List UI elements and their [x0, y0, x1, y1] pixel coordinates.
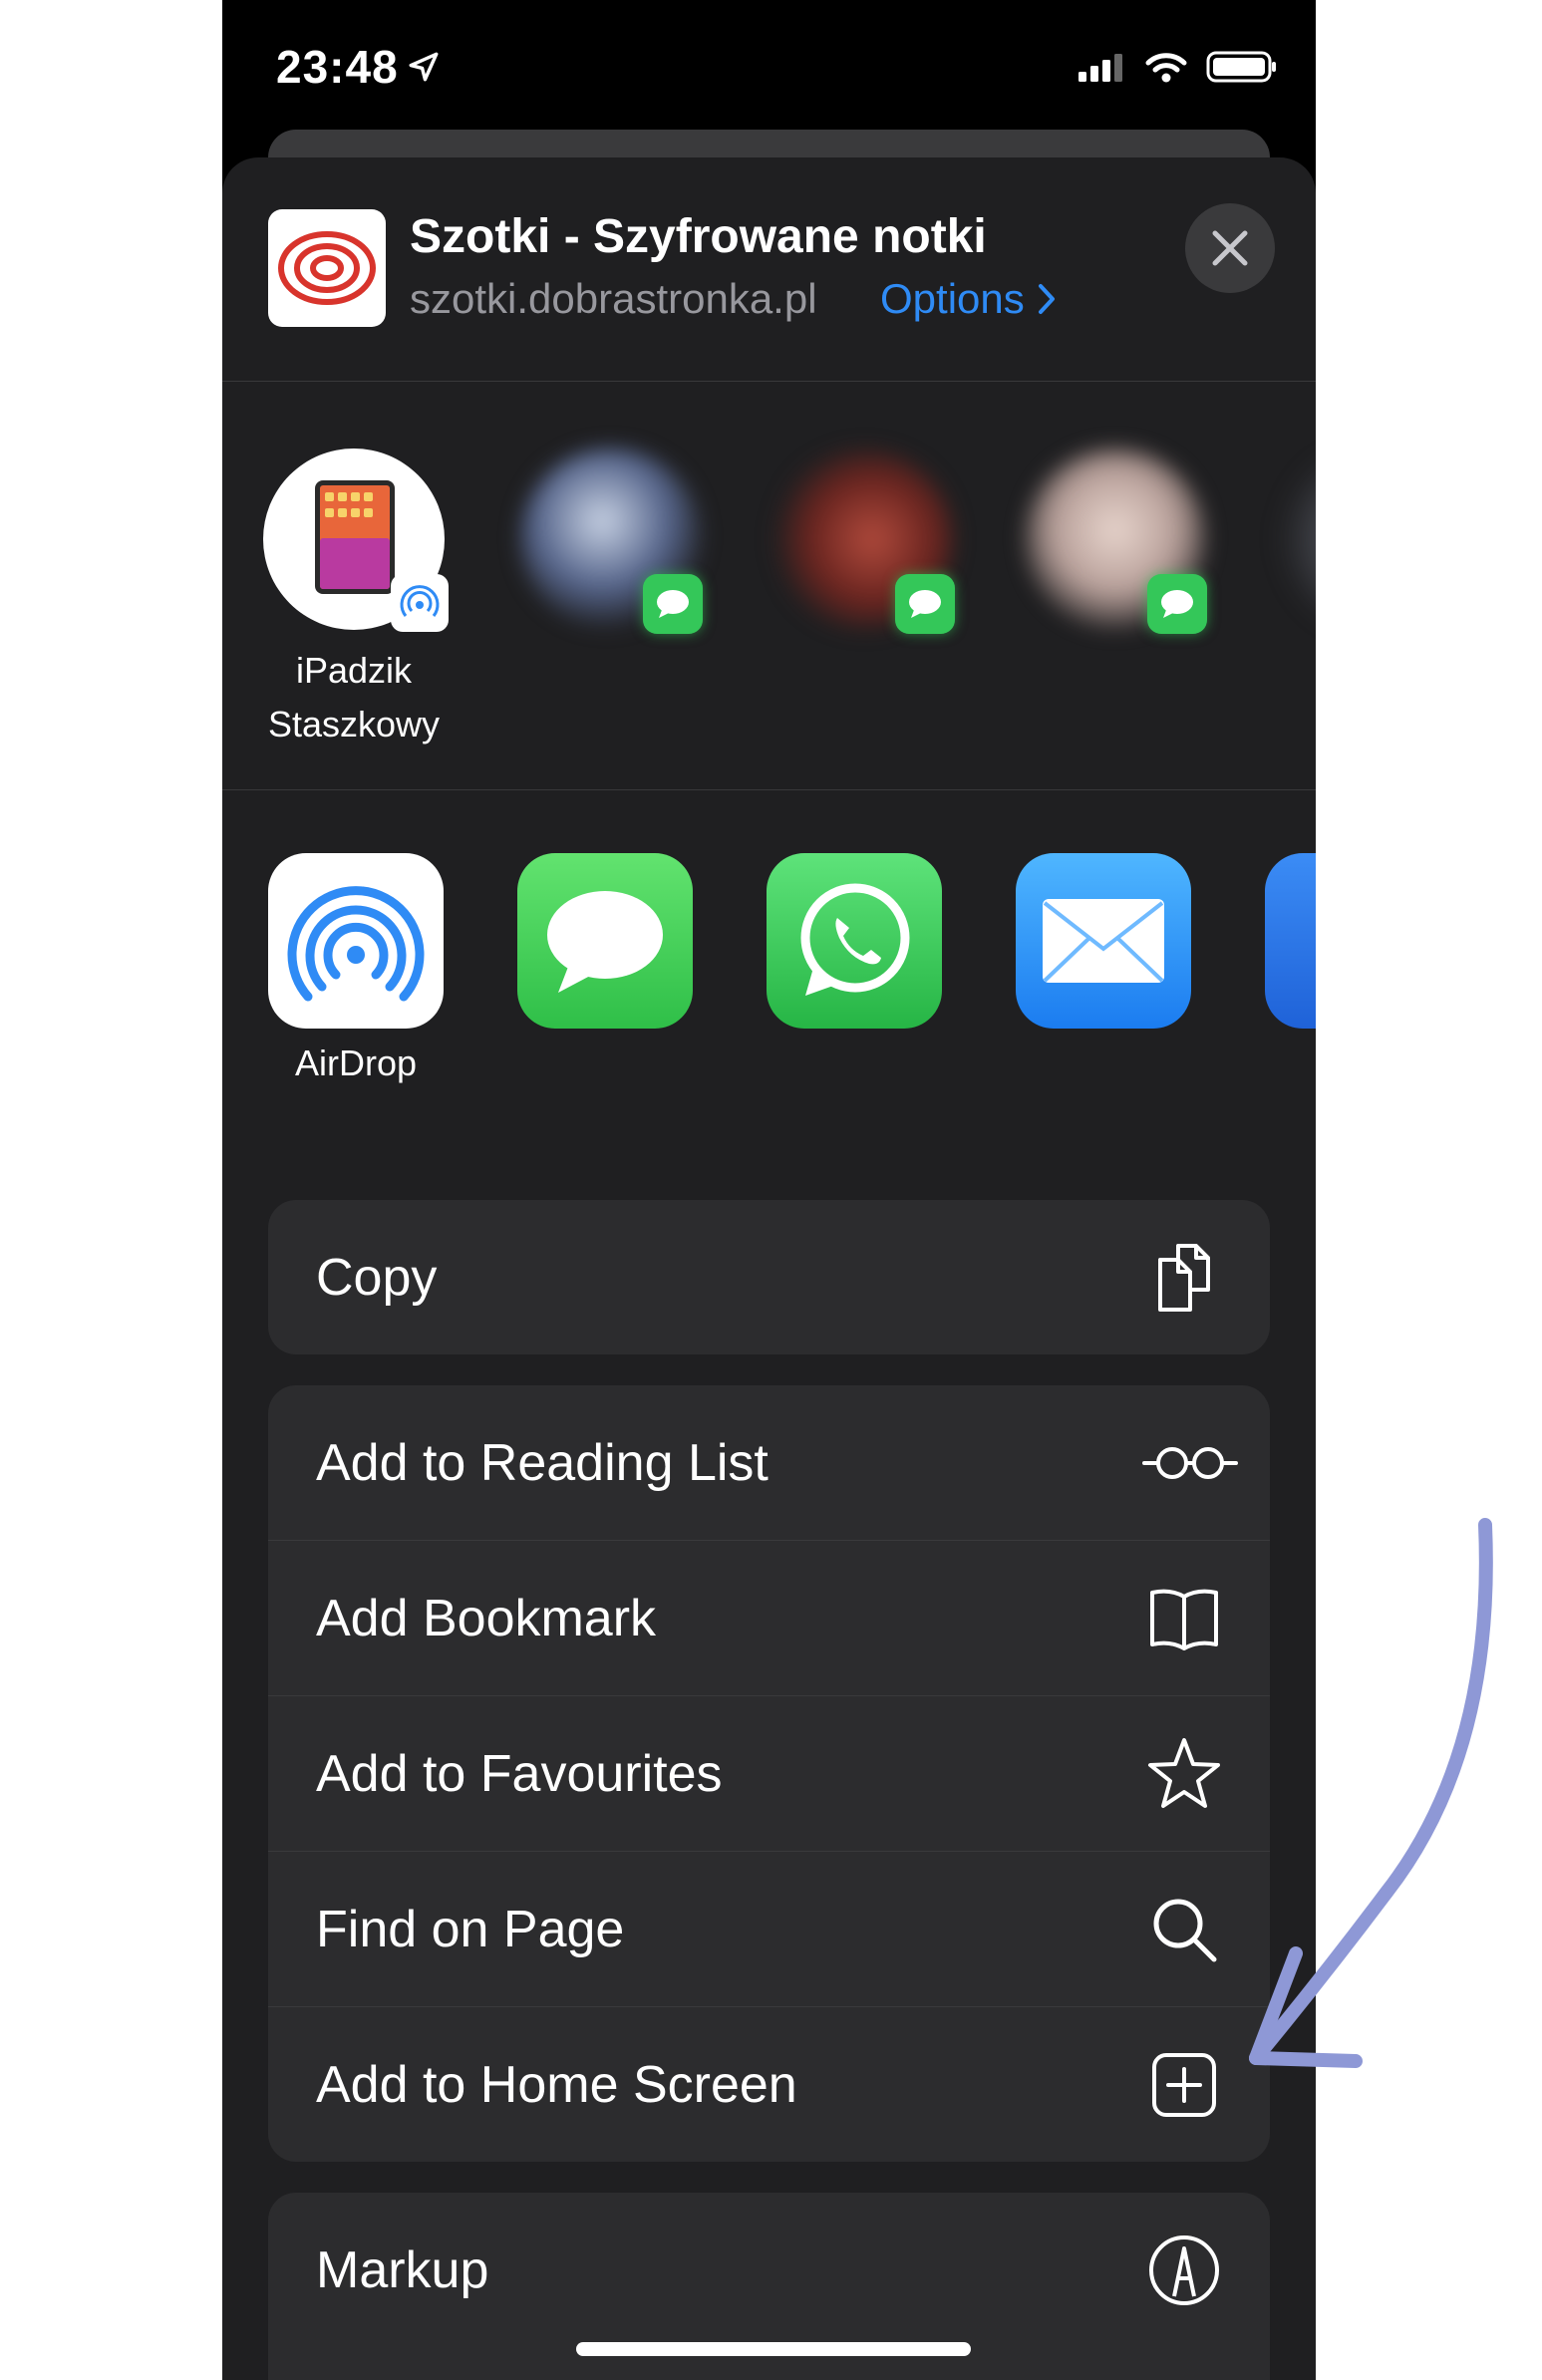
options-button[interactable]: Options	[880, 275, 1057, 323]
app-airdrop[interactable]: AirDrop	[268, 853, 444, 1084]
reading-list-label: Add to Reading List	[316, 1433, 769, 1492]
signal-icon	[1079, 54, 1122, 82]
copy-group: Copy	[268, 1200, 1270, 1354]
actions-group: Add to Reading List Add Bookmark Add to …	[268, 1385, 1270, 2162]
find-on-page-label: Find on Page	[316, 1900, 625, 1958]
messages-badge-icon	[643, 574, 703, 634]
messages-app-icon	[517, 853, 693, 1029]
wifi-icon	[1145, 53, 1187, 83]
mail-app-icon	[1016, 853, 1191, 1029]
page-url: szotki.dobrastronka.pl	[410, 275, 817, 322]
status-bar: 23:48	[222, 0, 1316, 130]
messages-badge-icon	[895, 574, 955, 634]
share-apps-row: AirDrop	[222, 789, 1316, 1188]
avatar	[263, 448, 449, 632]
app-messages[interactable]	[517, 853, 693, 1029]
partial-app-icon	[1265, 853, 1316, 1029]
markup-label: Markup	[316, 2240, 489, 2299]
app-label: AirDrop	[294, 1042, 418, 1083]
site-favicon	[268, 209, 386, 327]
phone-screen: 23:48 Szotki - Szyfrowane notki szotki.d…	[222, 0, 1316, 2380]
find-on-page-action[interactable]: Find on Page	[268, 1851, 1270, 2006]
person-contact-4[interactable]	[1259, 448, 1316, 630]
person-contact-3[interactable]	[1016, 448, 1215, 634]
copy-label: Copy	[316, 1248, 438, 1307]
reading-list-action[interactable]: Add to Reading List	[268, 1385, 1270, 1540]
star-icon	[1148, 1737, 1220, 1808]
airdrop-icon	[400, 585, 440, 617]
airdrop-people-row: iPadzik Staszkowy	[222, 381, 1316, 790]
page-title: Szotki - Szyfrowane notki	[410, 210, 987, 263]
location-arrow-icon	[409, 52, 439, 82]
add-home-screen-label: Add to Home Screen	[316, 2055, 797, 2114]
status-time: 23:48	[276, 41, 399, 93]
copy-icon	[1158, 1243, 1210, 1312]
battery-icon	[1206, 51, 1276, 83]
search-icon	[1153, 1899, 1217, 1961]
whatsapp-app-icon	[767, 853, 942, 1029]
app-mail[interactable]	[1016, 853, 1191, 1029]
add-bookmark-action[interactable]: Add Bookmark	[268, 1540, 1270, 1695]
close-button[interactable]	[1185, 203, 1275, 293]
home-indicator[interactable]	[576, 2342, 971, 2356]
person-contact-2[interactable]	[764, 448, 963, 634]
person-contact-1[interactable]	[511, 448, 711, 634]
chevron-right-icon	[1038, 284, 1055, 314]
person-name-line1: iPadzik	[295, 650, 413, 691]
messages-badge-icon	[1147, 574, 1207, 634]
airdrop-badge	[391, 574, 449, 632]
annotation-arrow-icon	[1249, 1518, 1493, 2068]
book-icon	[1150, 1589, 1218, 1650]
add-favourites-label: Add to Favourites	[316, 1744, 723, 1803]
add-home-screen-action[interactable]: Add to Home Screen	[268, 2006, 1270, 2162]
app-partial[interactable]	[1265, 853, 1316, 1029]
close-icon	[1212, 230, 1248, 266]
person-ipad[interactable]: iPadzik Staszkowy	[254, 448, 454, 751]
add-favourites-action[interactable]: Add to Favourites	[268, 1695, 1270, 1851]
share-sheet: Szotki - Szyfrowane notki szotki.dobrast…	[222, 157, 1316, 2380]
add-bookmark-label: Add Bookmark	[316, 1589, 657, 1647]
share-sheet-header: Szotki - Szyfrowane notki szotki.dobrast…	[222, 157, 1316, 382]
airdrop-app-icon	[268, 853, 444, 1029]
status-indicators	[1077, 50, 1278, 84]
app-whatsapp[interactable]	[767, 853, 942, 1029]
options-label: Options	[880, 275, 1025, 322]
person-name-line2: Staszkowy	[267, 704, 441, 744]
spiral-logo-icon	[278, 231, 376, 305]
markup-action[interactable]: Markup	[268, 2193, 1270, 2347]
blurred-avatar	[1268, 448, 1316, 630]
markup-pen-icon	[1149, 2234, 1219, 2305]
glasses-icon	[1142, 1446, 1238, 1479]
plus-square-icon	[1152, 2052, 1216, 2117]
copy-action[interactable]: Copy	[268, 1200, 1270, 1354]
